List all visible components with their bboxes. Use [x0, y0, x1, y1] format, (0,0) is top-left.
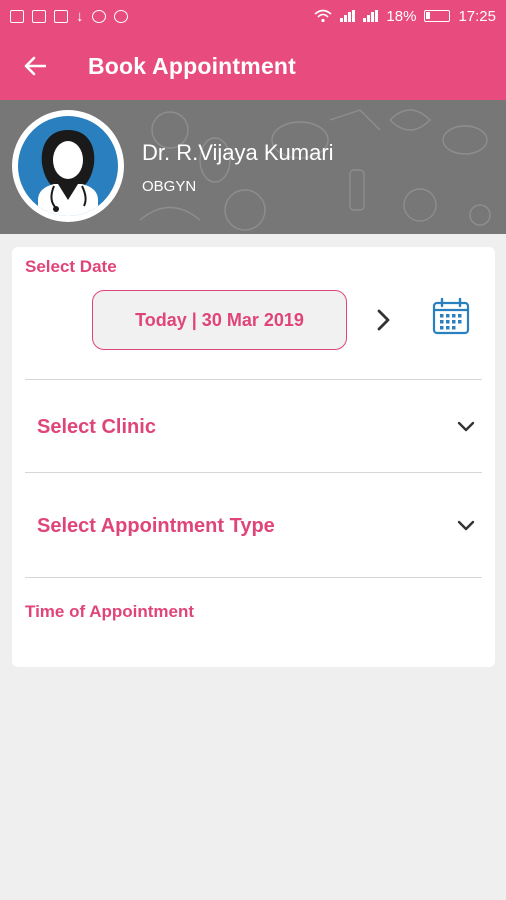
image-icon	[54, 9, 68, 23]
app-bar: Book Appointment	[0, 32, 506, 100]
doctor-specialty: OBGYN	[142, 178, 197, 195]
page-title: Book Appointment	[88, 52, 297, 79]
battery-icon	[424, 10, 451, 22]
chevron-right-icon	[377, 309, 390, 331]
signal-icon	[340, 10, 356, 22]
message-icon	[10, 9, 24, 23]
back-button[interactable]	[0, 32, 70, 100]
notification-icons: ↓	[10, 8, 128, 25]
appointment-type-dropdown[interactable]: Select Appointment Type	[25, 496, 482, 556]
chat-icon	[91, 9, 106, 23]
clinic-dropdown[interactable]: Select Clinic	[25, 397, 482, 457]
arrow-left-icon	[24, 56, 46, 76]
clock: 17:25	[458, 7, 496, 25]
chevron-down-icon	[456, 516, 476, 536]
divider	[25, 472, 482, 473]
calendar-button[interactable]	[432, 297, 470, 335]
wifi-icon	[314, 9, 332, 23]
chevron-down-icon	[456, 417, 476, 437]
battery-percent: 18%	[386, 7, 417, 25]
dnd-icon	[113, 9, 128, 23]
alert-icon	[32, 9, 46, 23]
select-date-label: Select Date	[25, 257, 117, 276]
status-bar: ↓ 18% 17:25	[0, 0, 506, 32]
signal-icon	[363, 10, 379, 22]
doctor-banner: Dr. R.Vijaya Kumari OBGYN	[0, 100, 506, 234]
divider	[25, 379, 482, 380]
doctor-avatar	[12, 110, 124, 222]
doctor-icon	[38, 130, 98, 216]
selected-date: Today | 30 Mar 2019	[135, 309, 304, 330]
next-date-button[interactable]	[372, 305, 396, 335]
time-of-appointment-label: Time of Appointment	[25, 602, 195, 621]
doctor-name: Dr. R.Vijaya Kumari	[142, 140, 334, 165]
appointment-type-placeholder: Select Appointment Type	[37, 514, 275, 537]
calendar-icon	[432, 297, 470, 335]
system-status: 18% 17:25	[314, 8, 496, 25]
download-icon: ↓	[76, 7, 84, 25]
clinic-placeholder: Select Clinic	[37, 415, 156, 438]
divider	[25, 577, 482, 578]
date-selector-button[interactable]: Today | 30 Mar 2019	[92, 290, 347, 350]
